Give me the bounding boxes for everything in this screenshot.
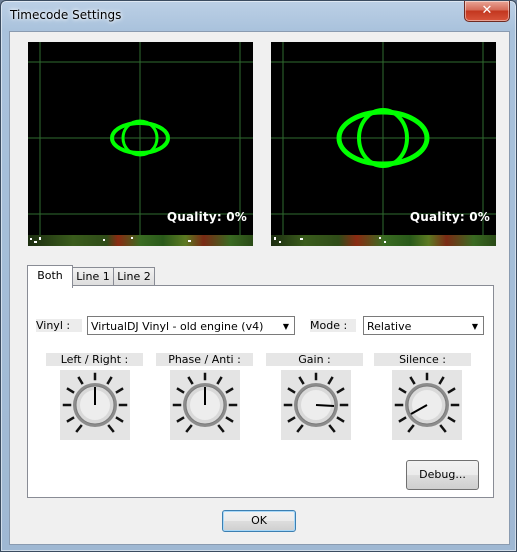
- vinyl-label: Vinyl :: [36, 319, 82, 332]
- quality-readout-left: Quality: 0%: [166, 210, 247, 224]
- debug-button-label: Debug...: [419, 468, 466, 481]
- scope-right: Quality: 0%: [271, 42, 496, 245]
- ok-button[interactable]: OK: [222, 510, 296, 532]
- title-bar[interactable]: Timecode Settings ✕: [1, 1, 516, 31]
- close-icon: ✕: [481, 3, 493, 18]
- tab-both[interactable]: Both: [27, 265, 73, 288]
- tab-line-1-label: Line 1: [76, 270, 110, 283]
- mode-label: Mode :: [310, 319, 356, 332]
- knob-icon: [392, 370, 462, 440]
- phase-anti-label: Phase / Anti :: [156, 353, 253, 366]
- tab-line-1[interactable]: Line 1: [72, 267, 114, 286]
- close-button[interactable]: ✕: [464, 1, 510, 22]
- knob-icon: [170, 370, 240, 440]
- chevron-down-icon: ▼: [471, 322, 478, 331]
- gain-knob[interactable]: [281, 370, 351, 440]
- tab-line-2-label: Line 2: [117, 270, 151, 283]
- spectrum-bar-left: [28, 235, 253, 246]
- quality-readout-right: Quality: 0%: [409, 210, 490, 224]
- spectrum-bar-right: [271, 235, 496, 246]
- window-title: Timecode Settings: [10, 8, 122, 22]
- left-right-label: Left / Right :: [46, 353, 143, 366]
- scope-left: Quality: 0%: [28, 42, 253, 245]
- mode-select-value: Relative: [367, 320, 412, 333]
- left-right-knob[interactable]: [60, 370, 130, 440]
- phase-anti-knob[interactable]: [170, 370, 240, 440]
- gain-label: Gain :: [266, 353, 363, 366]
- debug-button[interactable]: Debug...: [406, 460, 479, 490]
- tab-line-2[interactable]: Line 2: [113, 267, 155, 286]
- vinyl-select[interactable]: VirtualDJ Vinyl - old engine (v4) ▼: [87, 316, 295, 335]
- knob-icon: [281, 370, 351, 440]
- chevron-down-icon: ▼: [282, 322, 289, 331]
- dialog-window: Timecode Settings ✕ Quality: 0% Quality:…: [0, 0, 517, 552]
- tab-both-label: Both: [37, 269, 63, 282]
- mode-select[interactable]: Relative ▼: [363, 316, 484, 335]
- ok-button-label: OK: [251, 514, 267, 527]
- vinyl-select-value: VirtualDJ Vinyl - old engine (v4): [91, 320, 264, 333]
- silence-knob[interactable]: [392, 370, 462, 440]
- knob-icon: [60, 370, 130, 440]
- dialog-client-area: Quality: 0% Quality: 0% Both Line 1 Line…: [9, 31, 510, 545]
- silence-label: Silence :: [374, 353, 471, 366]
